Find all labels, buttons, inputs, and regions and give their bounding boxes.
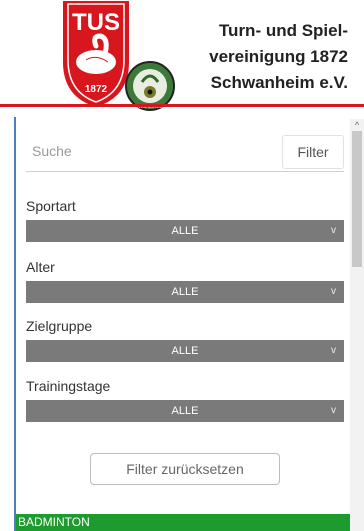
alter-label: Alter	[26, 259, 55, 275]
filter-panel: Filter Sportart ALLE v Alter ALLE v Ziel…	[14, 117, 352, 531]
sportart-select[interactable]: ALLE v	[26, 220, 344, 242]
zielgruppe-label: Zielgruppe	[26, 318, 93, 334]
sportart-label: Sportart	[26, 198, 76, 214]
reset-filter-button[interactable]: Filter zurücksetzen	[90, 453, 280, 485]
club-name: Turn- und Spiel- vereinigung 1872 Schwan…	[209, 18, 348, 96]
alter-value: ALLE	[171, 286, 199, 298]
chevron-down-icon: v	[331, 345, 336, 356]
header-divider	[0, 104, 364, 107]
zielgruppe-select[interactable]: ALLE v	[26, 340, 344, 362]
tus-logo-icon: TUS 1872 SCHÜTZEN SCHWANHEIM	[61, 0, 175, 111]
header: TUS 1872 SCHÜTZEN SCHWANHEIM Turn- und S…	[0, 0, 364, 112]
category-header[interactable]: BADMINTON	[16, 514, 352, 531]
zielgruppe-value: ALLE	[171, 345, 199, 357]
chevron-down-icon: v	[331, 405, 336, 416]
trainingstage-label: Trainingstage	[26, 378, 111, 394]
scrollbar[interactable]: ^	[350, 119, 364, 531]
club-name-line: Turn- und Spiel-	[218, 21, 348, 40]
logo-tus-text: TUS	[72, 9, 120, 36]
alter-select[interactable]: ALLE v	[26, 281, 344, 303]
filter-button[interactable]: Filter	[282, 135, 344, 169]
chevron-down-icon: v	[331, 286, 336, 297]
club-name-line: vereinigung 1872	[209, 47, 348, 66]
logo-year: 1872	[85, 84, 108, 95]
sportart-value: ALLE	[171, 225, 199, 237]
scroll-thumb[interactable]	[352, 131, 362, 267]
trainingstage-value: ALLE	[171, 405, 199, 417]
search-input[interactable]	[26, 135, 272, 167]
scroll-up-icon[interactable]: ^	[352, 121, 362, 130]
chevron-down-icon: v	[331, 225, 336, 236]
search-row: Filter	[26, 135, 344, 172]
trainingstage-select[interactable]: ALLE v	[26, 400, 344, 422]
club-name-line: Schwanheim e.V.	[210, 73, 348, 92]
club-logo[interactable]: TUS 1872 SCHÜTZEN SCHWANHEIM	[56, 0, 186, 112]
